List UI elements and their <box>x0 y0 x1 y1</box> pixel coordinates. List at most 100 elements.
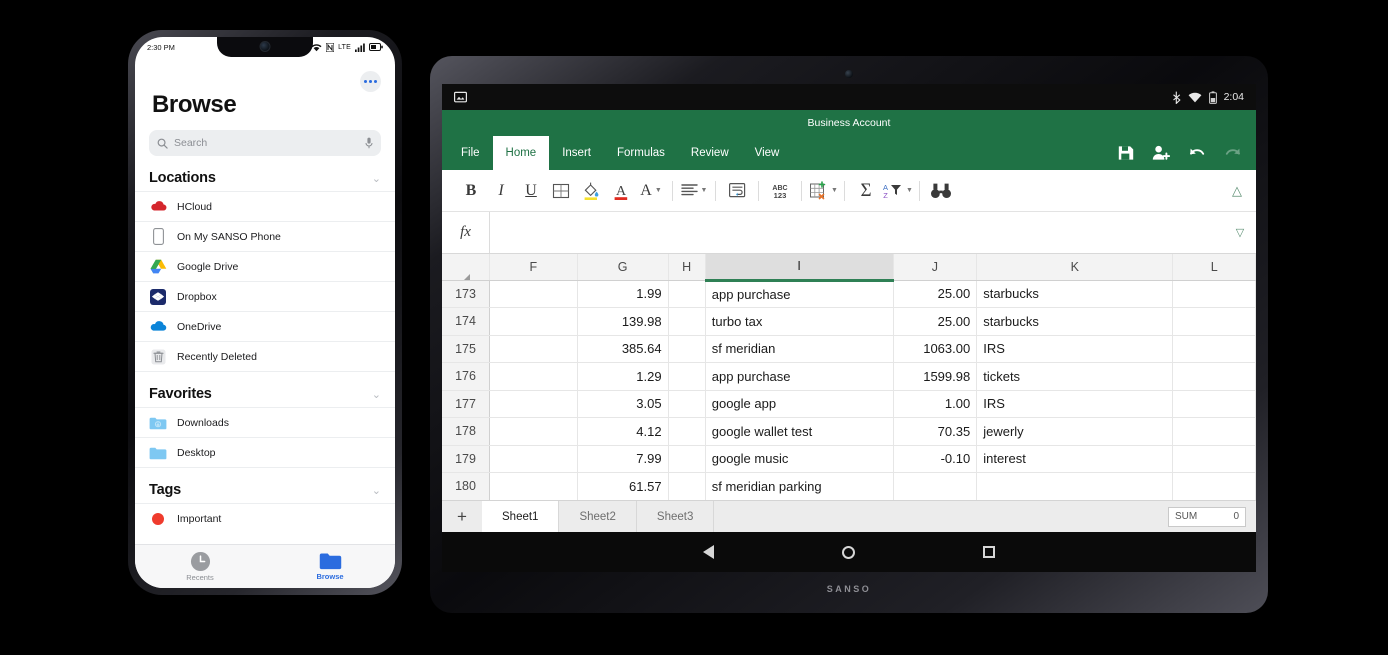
cell-J177[interactable]: 1.00 <box>893 390 978 418</box>
cell-K173[interactable]: starbucks <box>976 280 1174 308</box>
list-item-downloads[interactable]: Downloads <box>135 407 395 437</box>
table-row[interactable]: 175 385.64 sf meridian 1063.00 IRS <box>442 335 1256 363</box>
tab-review[interactable]: Review <box>678 136 742 170</box>
list-item-dropbox[interactable]: Dropbox <box>135 281 395 311</box>
cell-G179[interactable]: 7.99 <box>577 445 669 473</box>
table-row[interactable]: 179 7.99 google music -0.10 interest <box>442 445 1256 473</box>
table-row[interactable]: 180 61.57 sf meridian parking <box>442 472 1256 500</box>
table-row[interactable]: 174 139.98 turbo tax 25.00 starbucks <box>442 307 1256 336</box>
cell-J178[interactable]: 70.35 <box>893 417 978 446</box>
chevron-down-icon[interactable]: ⌄ <box>372 172 381 185</box>
cell-H174[interactable] <box>668 307 706 336</box>
more-options-button[interactable] <box>360 71 381 92</box>
cell-G174[interactable]: 139.98 <box>577 307 669 336</box>
cell-H178[interactable] <box>668 417 706 446</box>
collapse-ribbon-icon[interactable]: △ <box>1232 183 1242 199</box>
recents-icon[interactable] <box>983 546 995 558</box>
cell-J180[interactable] <box>893 472 978 500</box>
section-header-tags[interactable]: Tags ⌄ <box>135 467 395 503</box>
cell-J175[interactable]: 1063.00 <box>893 335 978 363</box>
row-header[interactable]: 179 <box>442 445 490 473</box>
cell-K179[interactable]: interest <box>976 445 1174 473</box>
list-item-hcloud[interactable]: HCloud <box>135 191 395 221</box>
font-size-icon[interactable]: A ▼ <box>636 176 666 206</box>
list-item-important[interactable]: Important <box>135 503 395 533</box>
bold-icon[interactable]: B <box>456 176 486 206</box>
table-row[interactable]: 176 1.29 app purchase 1599.98 tickets <box>442 362 1256 391</box>
cell-I173[interactable]: app purchase <box>705 280 894 308</box>
cell-H176[interactable] <box>668 362 706 391</box>
cell-F179[interactable] <box>489 445 578 473</box>
sheet-tab-sheet1[interactable]: Sheet1 <box>482 501 560 532</box>
chevron-down-icon[interactable]: ⌄ <box>372 388 381 401</box>
tab-file[interactable]: File <box>448 136 493 170</box>
list-item-on-my-phone[interactable]: On My SANSO Phone <box>135 221 395 251</box>
row-header[interactable]: 180 <box>442 472 490 500</box>
cell-H179[interactable] <box>668 445 706 473</box>
tab-insert[interactable]: Insert <box>549 136 604 170</box>
column-header-H[interactable]: H <box>668 254 706 281</box>
cell-F180[interactable] <box>489 472 578 500</box>
table-row[interactable]: 173 1.99 app purchase 25.00 starbucks <box>442 280 1256 308</box>
cell-G178[interactable]: 4.12 <box>577 417 669 446</box>
fill-color-icon[interactable] <box>576 176 606 206</box>
section-header-locations[interactable]: Locations ⌄ <box>135 156 395 191</box>
list-item-google-drive[interactable]: Google Drive <box>135 251 395 281</box>
cell-H173[interactable] <box>668 280 706 308</box>
select-all-corner[interactable] <box>442 254 490 281</box>
table-row[interactable]: 177 3.05 google app 1.00 IRS <box>442 390 1256 418</box>
sheet-tab-sheet3[interactable]: Sheet3 <box>637 501 715 532</box>
column-header-F[interactable]: F <box>489 254 578 281</box>
tab-formulas[interactable]: Formulas <box>604 136 678 170</box>
table-row[interactable]: 178 4.12 google wallet test 70.35 jewerly <box>442 417 1256 446</box>
cell-I178[interactable]: google wallet test <box>705 417 894 446</box>
column-header-J[interactable]: J <box>893 254 978 281</box>
cell-I179[interactable]: google music <box>705 445 894 473</box>
autosum-icon[interactable]: Σ <box>851 176 881 206</box>
cell-I174[interactable]: turbo tax <box>705 307 894 336</box>
row-header[interactable]: 175 <box>442 335 490 363</box>
cell-F176[interactable] <box>489 362 578 391</box>
find-icon[interactable] <box>926 176 956 206</box>
cell-L173[interactable] <box>1172 280 1256 308</box>
tab-recents[interactable]: Recents <box>135 551 265 582</box>
column-header-I[interactable]: I <box>705 254 894 282</box>
chevron-down-icon[interactable]: ⌄ <box>372 484 381 497</box>
tab-view[interactable]: View <box>742 136 793 170</box>
column-header-K[interactable]: K <box>976 254 1174 281</box>
save-icon[interactable] <box>1118 145 1134 161</box>
cell-K176[interactable]: tickets <box>976 362 1174 391</box>
list-item-desktop[interactable]: Desktop <box>135 437 395 467</box>
cell-I177[interactable]: google app <box>705 390 894 418</box>
formula-input[interactable] <box>490 212 1224 253</box>
search-input[interactable]: Search <box>149 130 381 156</box>
cell-J173[interactable]: 25.00 <box>893 280 978 308</box>
sheet-tab-sheet2[interactable]: Sheet2 <box>559 501 637 532</box>
cell-F175[interactable] <box>489 335 578 363</box>
undo-icon[interactable] <box>1188 146 1206 161</box>
number-format-icon[interactable]: ABC 123 <box>765 176 795 206</box>
sort-filter-icon[interactable]: AZ ▼ <box>881 176 913 206</box>
cell-L178[interactable] <box>1172 417 1256 446</box>
cell-H175[interactable] <box>668 335 706 363</box>
cell-H177[interactable] <box>668 390 706 418</box>
cell-G177[interactable]: 3.05 <box>577 390 669 418</box>
cell-K174[interactable]: starbucks <box>976 307 1174 336</box>
back-icon[interactable] <box>703 545 714 559</box>
list-item-onedrive[interactable]: OneDrive <box>135 311 395 341</box>
cell-G173[interactable]: 1.99 <box>577 280 669 308</box>
wrap-text-icon[interactable] <box>722 176 752 206</box>
column-header-L[interactable]: L <box>1172 254 1256 281</box>
cell-I180[interactable]: sf meridian parking <box>705 472 894 500</box>
row-header[interactable]: 177 <box>442 390 490 418</box>
cell-F173[interactable] <box>489 280 578 308</box>
row-header[interactable]: 176 <box>442 362 490 391</box>
cell-J176[interactable]: 1599.98 <box>893 362 978 391</box>
row-header[interactable]: 174 <box>442 307 490 336</box>
font-color-icon[interactable]: A <box>606 176 636 206</box>
cell-K178[interactable]: jewerly <box>976 417 1174 446</box>
cell-F177[interactable] <box>489 390 578 418</box>
cell-L176[interactable] <box>1172 362 1256 391</box>
section-header-favorites[interactable]: Favorites ⌄ <box>135 371 395 407</box>
cell-G176[interactable]: 1.29 <box>577 362 669 391</box>
